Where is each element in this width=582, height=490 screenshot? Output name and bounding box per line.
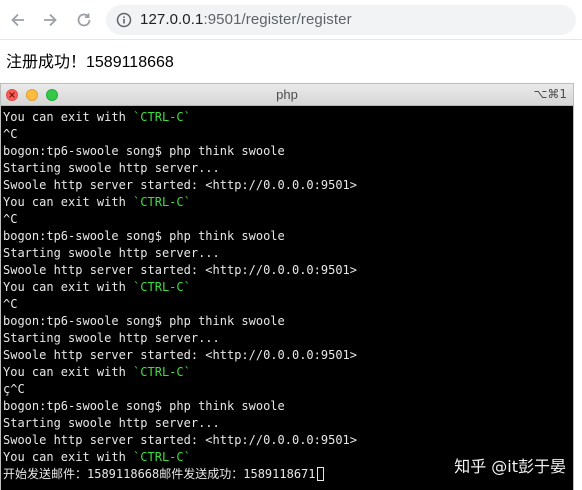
terminal-line-text: You can exit with [3,450,134,464]
info-icon[interactable] [116,12,132,28]
terminal-line: bogon:tp6-swoole song$ php think swoole [3,228,573,245]
terminal-line-text: You can exit with [3,365,134,379]
terminal-line-text: Starting swoole http server... [3,331,220,345]
terminal-key-hint: `CTRL-C` [133,195,191,209]
terminal-key-hint: `CTRL-C` [133,110,191,124]
terminal-line: ^C [3,211,573,228]
terminal-line: You can exit with `CTRL-C` [3,279,573,296]
terminal-line-text: ^C [3,297,18,311]
forward-button[interactable] [38,8,62,32]
terminal-cursor [316,467,324,481]
watermark: 知乎 @it彭于晏 [454,457,566,476]
terminal-window: php ⌥⌘1 You can exit with `CTRL-C` ^C bogo… [0,83,574,490]
arrow-left-icon [11,13,24,27]
terminal-key-hint: `CTRL-C` [133,365,191,379]
terminal-line: bogon:tp6-swoole song$ php think swoole [3,313,573,330]
terminal-line: You can exit with `CTRL-C` [3,194,573,211]
terminal-line-text: ^C [3,127,18,141]
terminal-output[interactable]: You can exit with `CTRL-C` ^C bogon:tp6-sw… [3,109,573,489]
page-edge [574,83,582,490]
terminal-line-text: You can exit with [3,280,134,294]
terminal-line: bogon:tp6-swoole song$ php think swoole [3,143,573,160]
terminal-line-text: 开始发送邮件：1589118668邮件发送成功：1589118671 [3,467,316,481]
terminal-line-text: Starting swoole http server... [3,246,220,260]
terminal-line-text: You can exit with [3,110,134,124]
url-path: :9501/register/register [203,11,352,28]
terminal-line: ^C [3,296,573,313]
terminal-line: Starting swoole http server... [3,245,573,262]
address-bar[interactable]: 127.0.0.1:9501/register/register [106,5,576,35]
terminal-title: php [276,87,298,102]
url-host: 127.0.0.1 [140,11,204,28]
url-text: 127.0.0.1:9501/register/register [140,11,352,28]
browser-toolbar: 127.0.0.1:9501/register/register [0,0,582,40]
terminal-line: You can exit with `CTRL-C` [3,364,573,381]
terminal-line: bogon:tp6-swoole song$ php think swoole [3,398,573,415]
terminal-line-text: bogon:tp6-swoole song$ php think swoole [3,399,285,413]
terminal-line-text: Swoole http server started: <http://0.0.… [3,433,358,447]
terminal-line-text: Swoole http server started: <http://0.0.… [3,348,358,362]
terminal-line-text: bogon:tp6-swoole song$ php think swoole [3,314,285,328]
terminal-line: Swoole http server started: <http://0.0.… [3,432,573,449]
terminal-line: Starting swoole http server... [3,415,573,432]
reload-icon [77,13,91,27]
arrow-right-icon [44,13,57,27]
terminal-line-text: Swoole http server started: <http://0.0.… [3,178,358,192]
terminal-key-hint: `CTRL-C` [133,280,191,294]
terminal-line: You can exit with `CTRL-C` [3,109,573,126]
terminal-line-text: ç^C [3,382,25,396]
terminal-line-text: You can exit with [3,195,134,209]
terminal-line: Starting swoole http server... [3,330,573,347]
terminal-line-text: Starting swoole http server... [3,161,220,175]
terminal-line-text: Starting swoole http server... [3,416,220,430]
terminal-line: ^C [3,126,573,143]
terminal-key-hint: `CTRL-C` [133,450,191,464]
terminal-line: Swoole http server started: <http://0.0.… [3,262,573,279]
terminal-line-text: ^C [3,212,18,226]
back-button[interactable] [6,8,30,32]
page-message: 注册成功！1589118668 [6,54,174,71]
terminal-line-text: bogon:tp6-swoole song$ php think swoole [3,229,285,243]
terminal-line: Swoole http server started: <http://0.0.… [3,177,573,194]
terminal-line: Swoole http server started: <http://0.0.… [3,347,573,364]
terminal-line-text: Swoole http server started: <http://0.0.… [3,263,358,277]
terminal-line: Starting swoole http server... [3,160,573,177]
terminal-shortcut: ⌥⌘1 [533,87,567,101]
terminal-titlebar[interactable]: php ⌥⌘1 [1,84,573,106]
terminal-line-text: bogon:tp6-swoole song$ php think swoole [3,144,285,158]
terminal-line: ç^C [3,381,573,398]
reload-button[interactable] [72,8,96,32]
